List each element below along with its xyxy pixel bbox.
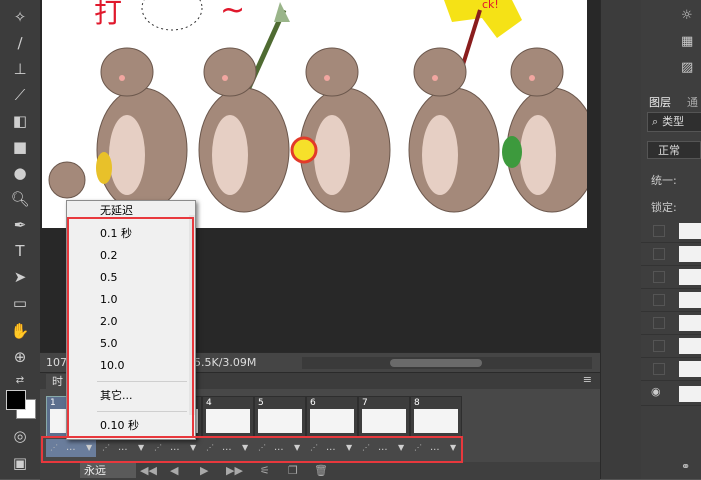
document-size: 5.5K/3.09M <box>194 356 257 369</box>
layer-row[interactable] <box>641 358 701 381</box>
bears-artwork: 打 ~ ck! <box>48 0 587 213</box>
layer-row[interactable] <box>641 243 701 266</box>
layer-row-visible[interactable]: ◉ <box>641 383 701 406</box>
delete-frame-icon[interactable]: 🗑︎ <box>314 463 328 479</box>
zoom-tool-icon[interactable]: ⊕ <box>8 346 32 368</box>
previous-frame-icon[interactable]: ◀ <box>170 463 178 479</box>
tween-icon[interactable]: ⚟ <box>260 463 270 479</box>
eye-icon[interactable]: ◉ <box>651 385 661 398</box>
frame-4[interactable]: 4 <box>202 396 254 438</box>
playback-controls: 永远 ◀◀ ◀ ▶ ▶▶ ⚟ ❐ 🗑︎ <box>40 462 600 480</box>
blur-tool-icon[interactable]: ● <box>8 162 32 184</box>
menu-highlight-box <box>67 217 194 438</box>
gradient-tool-icon[interactable]: ■ <box>8 136 32 158</box>
pen-tool-icon[interactable]: ✒ <box>8 214 32 236</box>
quick-mask-icon[interactable]: ◎ <box>8 425 32 447</box>
styles-icon[interactable]: ▨ <box>681 60 693 75</box>
unify-label: 统一: <box>651 174 677 187</box>
hand-tool-icon[interactable]: ✋ <box>8 320 32 342</box>
link-layers-icon[interactable]: ⚭ <box>681 460 690 473</box>
frame-7[interactable]: 7 <box>358 396 410 438</box>
tools-panel: ✧ ∕ ⊥ ⟋ ◧ ■ ● 🔍︎ ✒ T ➤ ▭ ✋ ⊕ ⇄ ◎ ▣ <box>0 0 41 479</box>
screen-mode-icon[interactable]: ▣ <box>8 452 32 474</box>
frame-6[interactable]: 6 <box>306 396 358 438</box>
foreground-color-swatch[interactable] <box>6 390 26 410</box>
layer-row[interactable] <box>641 289 701 312</box>
layers-panel: ☼ ▦ ▨ 图层 通 ⌕ 类型 正常 统一: 锁定: ◉ ⚭ <box>641 0 701 479</box>
delay-row-highlight-box <box>41 436 463 463</box>
dodge-tool-icon[interactable]: 🔍︎ <box>8 188 32 210</box>
type-tool-icon[interactable]: T <box>8 240 32 262</box>
path-select-icon[interactable]: ➤ <box>8 266 32 288</box>
layers-tab[interactable]: 图层 <box>649 94 671 110</box>
magic-wand-icon[interactable]: ✧ <box>8 6 32 28</box>
layer-row[interactable] <box>641 335 701 358</box>
swap-colors-icon[interactable]: ⇄ <box>8 370 32 392</box>
loop-options-select[interactable]: 永远 <box>80 463 136 478</box>
brush-tool-icon[interactable]: ∕ <box>8 32 32 54</box>
panel-menu-icon[interactable]: ≡ <box>583 373 592 386</box>
play-icon[interactable]: ▶ <box>200 463 208 479</box>
adjustments-icon[interactable]: ☼ <box>681 8 693 23</box>
rectangle-tool-icon[interactable]: ▭ <box>8 292 32 314</box>
layer-row[interactable] <box>641 220 701 243</box>
lock-label: 锁定: <box>651 201 677 214</box>
stamp-tool-icon[interactable]: ⊥ <box>8 58 32 80</box>
layer-row[interactable] <box>641 266 701 289</box>
duplicate-frame-icon[interactable]: ❐ <box>288 463 298 479</box>
horizontal-scrollbar[interactable] <box>302 357 592 369</box>
collapsed-panel-strip <box>600 0 641 479</box>
search-icon: ⌕ <box>652 115 659 128</box>
history-brush-icon[interactable]: ⟋ <box>8 84 32 106</box>
swatches-icon[interactable]: ▦ <box>681 34 693 49</box>
channels-tab[interactable]: 通 <box>687 94 698 110</box>
layer-kind-filter[interactable]: ⌕ 类型 <box>647 112 701 132</box>
layer-row[interactable] <box>641 312 701 335</box>
first-frame-icon[interactable]: ◀◀ <box>140 463 157 479</box>
top-char-text: 打 <box>94 0 122 29</box>
document-canvas[interactable]: 打 ~ ck! <box>42 0 587 228</box>
next-frame-icon[interactable]: ▶▶ <box>226 463 243 479</box>
frame-5[interactable]: 5 <box>254 396 306 438</box>
flag-text: ck! <box>482 0 499 11</box>
squiggle-text: ~ <box>220 0 245 28</box>
eraser-tool-icon[interactable]: ◧ <box>8 110 32 132</box>
blend-mode-select[interactable]: 正常 <box>647 141 701 159</box>
frame-8[interactable]: 8 <box>410 396 462 438</box>
